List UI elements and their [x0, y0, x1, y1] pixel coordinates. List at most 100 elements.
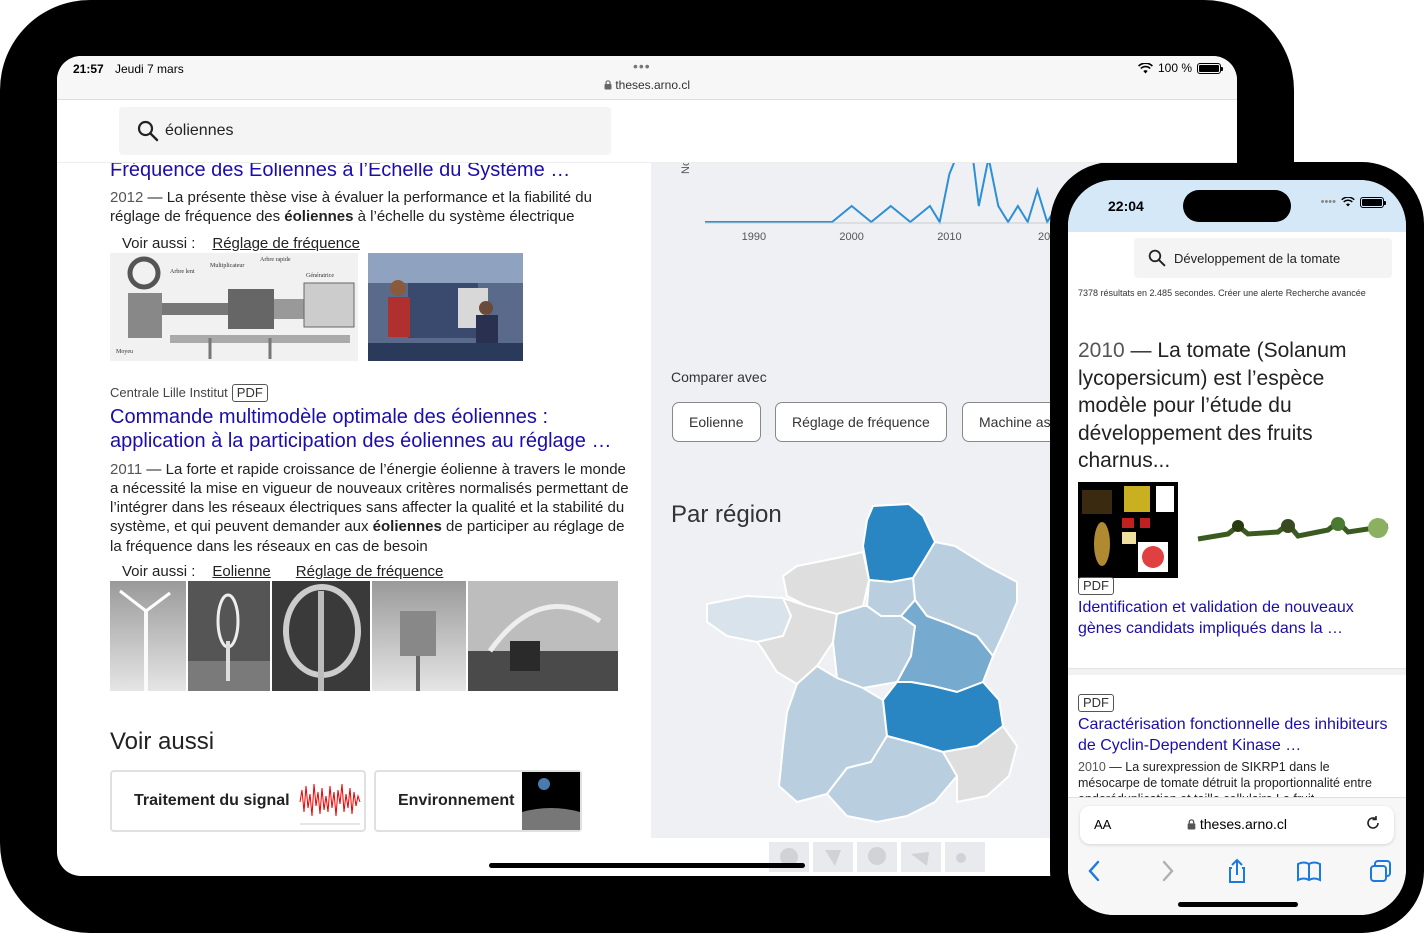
- tablet-status-bar: 21:57 Jeudi 7 mars ••• theses.arno.cl 10…: [57, 56, 1237, 100]
- phone-status-time: 22:04: [1108, 198, 1144, 214]
- see-also-link[interactable]: Réglage de fréquence: [296, 563, 444, 580]
- turbines-photo-strip-image[interactable]: [110, 581, 618, 692]
- phone-address: theses.arno.cl: [1080, 816, 1394, 832]
- phone-address-url: theses.arno.cl: [1199, 816, 1288, 832]
- svg-text:Arbre rapide: Arbre rapide: [260, 257, 291, 263]
- chart-x-tick-label: 2000: [839, 231, 863, 243]
- signal-plot-thumbnail: [298, 772, 362, 831]
- compare-chip[interactable]: Réglage de fréquence: [775, 402, 947, 442]
- see-also-label: Voir aussi :: [122, 234, 196, 252]
- battery-icon: [1360, 196, 1386, 208]
- bookmarks-icon[interactable]: [1294, 856, 1324, 886]
- card-label: Traitement du signal: [134, 792, 290, 810]
- see-also-row: Voir aussi : Eolienne Réglage de fréquen…: [110, 563, 630, 580]
- result-snippet: 2012 — La présente thèse vise à évaluer …: [110, 188, 630, 227]
- chart-x-tick-label: 2010: [937, 231, 961, 243]
- result-images: [110, 581, 630, 692]
- wind-turbine-schematic-image[interactable]: Arbre lent Multiplicateur Arbre rapide G…: [110, 252, 358, 361]
- advanced-search-link[interactable]: Recherche avancée: [1286, 288, 1366, 298]
- results-stats: 7378 résultats en 2.485 secondes. Créer …: [1078, 288, 1366, 298]
- compare-label: Comparer avec: [671, 369, 767, 385]
- result-year: 2012: [110, 189, 144, 206]
- battery-icon: [1197, 62, 1223, 74]
- tomato-flowers-image[interactable]: [1188, 504, 1398, 564]
- pdf-badge: PDF: [1078, 694, 1114, 712]
- address-bar[interactable]: theses.arno.cl: [57, 78, 1237, 92]
- title-line: Commande multimodèle optimale des éolien…: [110, 405, 549, 428]
- featured-snippet: 2010 — La tomate (Solanum lycopersicum) …: [1078, 337, 1394, 475]
- compare-chip[interactable]: Eolienne: [672, 402, 761, 442]
- search-box[interactable]: [119, 107, 611, 155]
- search-header: [57, 101, 1237, 163]
- result-year: 2010: [1078, 760, 1106, 774]
- safari-toolbar: [1068, 856, 1406, 886]
- result-year: 2011: [110, 460, 143, 478]
- chart-x-tick-label: 1990: [742, 231, 766, 243]
- pdf-badge: PDF: [1078, 577, 1114, 595]
- see-also-row: Voir aussi : Réglage de fréquence: [110, 235, 630, 252]
- title-line: application à la participation des éolie…: [110, 429, 612, 452]
- search-input[interactable]: [165, 107, 595, 155]
- region-bretagne[interactable]: [706, 594, 793, 644]
- phone-result: PDF Identification et validation de nouv…: [1078, 577, 1394, 639]
- result-images: Arbre lent Multiplicateur Arbre rapide G…: [110, 252, 630, 363]
- results-count: 7378 résultats en 2.485 secondes.: [1078, 288, 1216, 298]
- forward-icon[interactable]: [1152, 856, 1182, 886]
- see-also-link[interactable]: Réglage de fréquence: [212, 235, 360, 252]
- source-name: Centrale Lille Institut: [110, 385, 228, 401]
- phone-result-title-link[interactable]: Identification et validation de nouveaux…: [1078, 597, 1394, 639]
- france-region-map[interactable]: [687, 446, 1057, 828]
- search-icon[interactable]: [137, 120, 159, 142]
- lock-icon: [604, 80, 612, 90]
- back-icon[interactable]: [1080, 856, 1110, 886]
- dynamic-island: [1183, 190, 1291, 222]
- see-also-cards: Traitement du signal Environnement: [110, 770, 630, 840]
- phone-result-title-link[interactable]: Caractérisation fonctionnelle des inhibi…: [1078, 714, 1394, 756]
- phone-search-input[interactable]: [1174, 238, 1384, 278]
- snippet-highlight: éoliennes: [372, 518, 442, 536]
- phone-result: PDF Caractérisation fonctionnelle des in…: [1078, 694, 1394, 807]
- earth-moon-thumbnail: [522, 772, 580, 831]
- pdf-badge: PDF: [231, 383, 268, 402]
- reload-icon[interactable]: [1364, 814, 1382, 832]
- home-indicator: [1178, 902, 1298, 907]
- card-label: Environnement: [398, 792, 515, 810]
- theses-per-year-chart: 1990 2000 2010 202 No: [680, 156, 1058, 243]
- see-also-card[interactable]: Traitement du signal: [110, 770, 366, 833]
- see-also-link[interactable]: Eolienne: [212, 563, 270, 580]
- search-icon[interactable]: [1148, 249, 1166, 267]
- snippet-highlight: éoliennes: [284, 208, 354, 226]
- tomate-development-diagram-image[interactable]: [1078, 482, 1178, 578]
- more-dots-icon[interactable]: •••: [633, 58, 651, 74]
- battery-percent: 100 %: [1157, 61, 1192, 75]
- share-icon[interactable]: [1222, 856, 1252, 886]
- see-also-heading: Voir aussi: [110, 728, 215, 756]
- result-source: Centrale Lille Institut PDF: [110, 383, 630, 402]
- status-indicators: 100 %: [1138, 61, 1223, 75]
- overseas-regions-row: [769, 842, 985, 872]
- phone-address-bar[interactable]: AA theses.arno.cl: [1080, 806, 1394, 844]
- tabs-icon[interactable]: [1366, 856, 1396, 886]
- wifi-icon: [1341, 197, 1355, 207]
- lock-icon: [1187, 819, 1196, 830]
- wifi-icon: [1138, 62, 1153, 73]
- cellular-dots-icon: ••••: [1320, 196, 1336, 208]
- result-title-link[interactable]: Commande multimodèle optimale des éolien…: [110, 405, 630, 453]
- svg-text:Moyeu: Moyeu: [116, 349, 133, 355]
- svg-text:Arbre lent: Arbre lent: [170, 269, 195, 275]
- chart-series-line: [705, 156, 1058, 225]
- phone-search-box[interactable]: [1134, 238, 1392, 278]
- create-alert-link[interactable]: Créer une alerte: [1218, 288, 1283, 298]
- see-also-label: Voir aussi :: [122, 563, 196, 581]
- see-also-card[interactable]: Environnement: [374, 770, 582, 833]
- result-snippet: 2011 — La forte et rapide croissance de …: [110, 460, 630, 556]
- results-divider: [1068, 668, 1406, 675]
- status-date: Jeudi 7 mars: [115, 62, 184, 76]
- address-url: theses.arno.cl: [615, 78, 691, 92]
- safari-bottom-bar: AA theses.arno.cl: [1068, 797, 1406, 915]
- status-time: 21:57: [73, 62, 104, 76]
- featured-year: 2010: [1078, 339, 1125, 362]
- phone-screen: 22:04 •••• 7378 résultats en 2.485 secon…: [1068, 180, 1406, 915]
- lab-photo-image[interactable]: [368, 252, 523, 361]
- results-list: Fréquence des Eoliennes à l’Echelle du S…: [110, 156, 630, 840]
